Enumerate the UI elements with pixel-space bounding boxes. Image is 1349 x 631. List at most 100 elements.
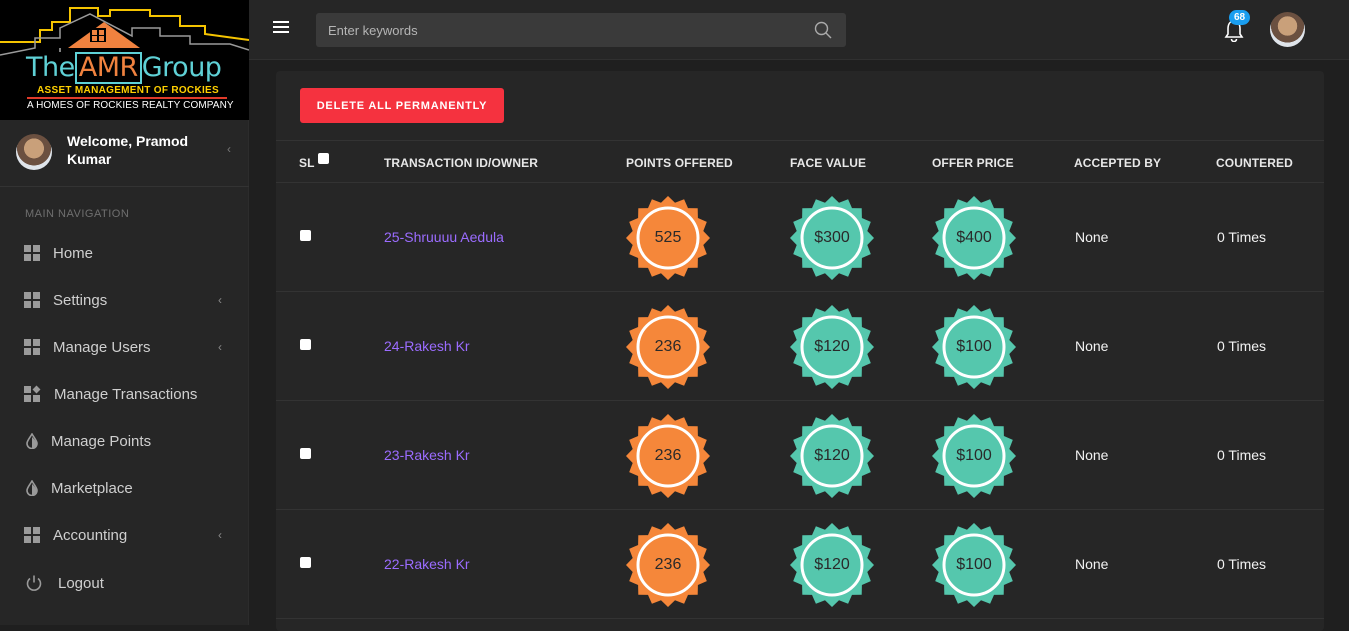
face-value: $120 <box>814 447 850 464</box>
offer-price-seal: $100 <box>931 304 1017 390</box>
header-face: FACE VALUE <box>790 156 867 170</box>
nav-item-manage-points[interactable]: Manage Points <box>0 418 249 464</box>
points-seal: 525 <box>625 195 711 281</box>
power-icon <box>26 575 42 591</box>
header-points: POINTS OFFERED <box>626 156 733 170</box>
header-countered: COUNTERED <box>1216 156 1293 170</box>
face-value: $120 <box>814 556 850 573</box>
offer-price-seal: $400 <box>931 195 1017 281</box>
points-value: 236 <box>654 338 682 355</box>
profile-avatar[interactable] <box>1270 12 1305 47</box>
table-header: SL TRANSACTION ID/OWNER POINTS OFFERED F… <box>276 140 1324 183</box>
countered-count: 0 Times <box>1217 447 1267 463</box>
transactions-icon <box>24 385 41 402</box>
row-checkbox[interactable] <box>300 339 311 350</box>
transactions-card: DELETE ALL PERMANENTLY SL TRANSACTION ID… <box>276 71 1324 631</box>
transaction-link[interactable]: 24-Rakesh Kr <box>384 338 470 354</box>
drop-icon <box>26 480 38 496</box>
points-value: 525 <box>654 229 682 246</box>
table-row: 23-Rakesh Kr 236 $120 $100 None 0 Times <box>276 401 1324 510</box>
grid-icon <box>24 245 40 261</box>
offer-price-seal: $100 <box>931 522 1017 608</box>
offer-value: $100 <box>956 556 992 573</box>
transaction-link[interactable]: 25-Shruuuu Aedula <box>384 229 504 245</box>
nav-item-settings[interactable]: Settings ‹ <box>0 277 249 323</box>
nav-item-home[interactable]: Home <box>0 230 249 276</box>
chevron-left-icon[interactable]: ‹ <box>227 142 231 156</box>
transaction-link[interactable]: 22-Rakesh Kr <box>384 556 470 572</box>
nav-item-marketplace[interactable]: Marketplace <box>0 465 249 511</box>
accepted-by: None <box>1075 338 1109 354</box>
face-value: $120 <box>814 338 850 355</box>
nav-label: Manage Users <box>53 338 151 356</box>
grid-icon <box>24 527 40 543</box>
nav-label: Manage Transactions <box>54 385 198 403</box>
points-value: 236 <box>654 556 682 573</box>
user-panel[interactable]: Welcome, Pramod Kumar ‹ <box>0 120 249 187</box>
logo-tagline: ASSET MANAGEMENT OF ROCKIES <box>37 85 219 96</box>
table-row: 24-Rakesh Kr 236 $120 $100 None 0 Times <box>276 292 1324 401</box>
face-value-seal: $300 <box>789 195 875 281</box>
header-offer: OFFER PRICE <box>932 156 1014 170</box>
header-accepted: ACCEPTED BY <box>1074 156 1162 170</box>
accepted-by: None <box>1075 447 1109 463</box>
sidebar: The AMR Group ASSET MANAGEMENT OF ROCKIES … <box>0 0 249 625</box>
face-value-seal: $120 <box>789 413 875 499</box>
row-checkbox[interactable] <box>300 448 311 459</box>
header-txid: TRANSACTION ID/OWNER <box>384 156 538 170</box>
nav-label: Home <box>53 244 94 262</box>
nav-label: Accounting <box>53 526 128 544</box>
drop-icon <box>26 433 38 449</box>
chevron-left-icon: ‹ <box>218 528 222 542</box>
points-seal: 236 <box>625 522 711 608</box>
nav-header: MAIN NAVIGATION <box>25 208 130 220</box>
nav-item-manage-users[interactable]: Manage Users ‹ <box>0 324 249 370</box>
amr-group-logo[interactable]: The AMR Group ASSET MANAGEMENT OF ROCKIES … <box>0 0 249 120</box>
table-row: 25-Shruuuu Aedula 525 $300 $400 None 0 Times <box>276 183 1324 292</box>
accepted-by: None <box>1075 229 1109 245</box>
offer-value: $100 <box>956 447 992 464</box>
delete-all-button[interactable]: DELETE ALL PERMANENTLY <box>300 88 504 123</box>
nav-label: Logout <box>58 574 104 592</box>
countered-count: 0 Times <box>1217 338 1267 354</box>
nav-item-logout[interactable]: Logout <box>0 560 249 606</box>
face-value-seal: $120 <box>789 304 875 390</box>
search-input[interactable] <box>316 13 846 47</box>
countered-count: 0 Times <box>1217 229 1267 245</box>
face-value: $300 <box>814 229 850 246</box>
offer-price-seal: $100 <box>931 413 1017 499</box>
chevron-left-icon: ‹ <box>218 340 222 354</box>
offer-value: $400 <box>956 229 992 246</box>
nav-label: Marketplace <box>51 479 133 497</box>
grid-icon <box>24 339 40 355</box>
transactions-table: SL TRANSACTION ID/OWNER POINTS OFFERED F… <box>276 140 1324 619</box>
chevron-left-icon: ‹ <box>218 293 222 307</box>
points-value: 236 <box>654 447 682 464</box>
nav-label: Settings <box>53 291 108 309</box>
points-seal: 236 <box>625 304 711 390</box>
notification-badge: 68 <box>1229 10 1251 25</box>
top-bar: 68 <box>249 0 1349 60</box>
user-avatar <box>16 134 52 170</box>
grid-icon <box>24 292 40 308</box>
countered-count: 0 Times <box>1217 556 1267 572</box>
header-sl: SL <box>299 153 329 170</box>
table-row: 22-Rakesh Kr 236 $120 $100 None 0 Times <box>276 510 1324 619</box>
select-all-checkbox[interactable] <box>317 153 329 164</box>
accepted-by: None <box>1075 556 1109 572</box>
nav-item-manage-transactions[interactable]: Manage Transactions <box>0 371 249 417</box>
row-checkbox[interactable] <box>300 230 311 241</box>
transaction-link[interactable]: 23-Rakesh Kr <box>384 447 470 463</box>
nav-item-accounting[interactable]: Accounting ‹ <box>0 512 249 558</box>
hamburger-menu-icon[interactable] <box>273 21 289 35</box>
welcome-text: Welcome, Pramod Kumar <box>67 133 189 167</box>
logo-company: A HOMES OF ROCKIES REALTY COMPANY <box>27 100 234 111</box>
logo-brand-text: The AMR Group <box>26 52 222 84</box>
nav-label: Manage Points <box>51 432 152 450</box>
row-checkbox[interactable] <box>300 557 311 568</box>
offer-value: $100 <box>956 338 992 355</box>
face-value-seal: $120 <box>789 522 875 608</box>
logo-divider <box>27 97 227 99</box>
search-icon[interactable] <box>814 21 832 39</box>
points-seal: 236 <box>625 413 711 499</box>
